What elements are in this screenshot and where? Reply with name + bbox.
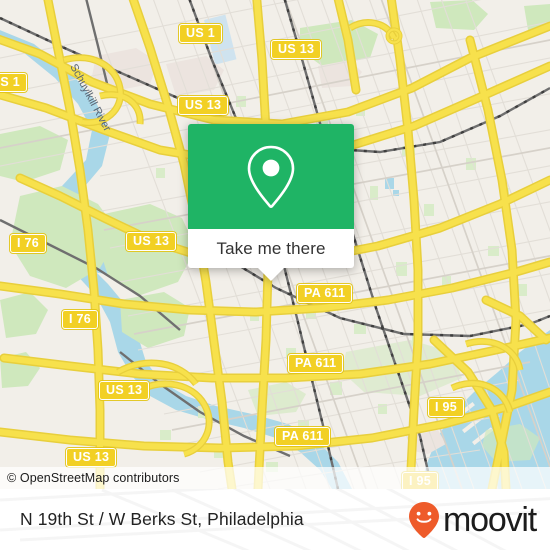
footer-bar: N 19th St / W Berks St, Philadelphia moo… [0, 489, 550, 550]
destination-callout-card[interactable]: Take me there [188, 124, 354, 281]
highway-shield: PA 611 [275, 427, 331, 446]
moovit-logo[interactable]: moovit [407, 500, 537, 540]
callout-tail [258, 268, 284, 281]
highway-shield: I 76 [10, 234, 47, 253]
callout-pin-panel [188, 124, 354, 229]
location-title: N 19th St / W Berks St, Philadelphia [20, 509, 304, 529]
highway-shield: US 13 [99, 381, 150, 400]
take-me-there-button[interactable]: Take me there [188, 229, 354, 268]
highway-shield: US 1 [179, 24, 222, 43]
highway-shield: PA 611 [297, 284, 353, 303]
map-attribution[interactable]: © OpenStreetMap contributors [0, 467, 550, 489]
highway-shield: US 13 [126, 232, 177, 251]
highway-shield: US 13 [271, 40, 322, 59]
take-me-there-label: Take me there [216, 238, 326, 258]
location-pin-icon [247, 145, 295, 208]
highway-shield: I 76 [62, 310, 99, 329]
moovit-wordmark: moovit [443, 500, 537, 539]
highway-shield: US 13 [178, 96, 229, 115]
attribution-text: © OpenStreetMap contributors [7, 471, 180, 485]
highway-shield: PA 611 [288, 354, 344, 373]
highway-shield: US 1 [0, 73, 27, 92]
screenshot-root: US 1 US 13 US 1 US 13 I 76 US 13 I 76 PA… [0, 0, 550, 550]
highway-shield: US 13 [66, 448, 117, 467]
moovit-pin-icon [409, 501, 440, 538]
highway-shield: I 95 [428, 398, 465, 417]
